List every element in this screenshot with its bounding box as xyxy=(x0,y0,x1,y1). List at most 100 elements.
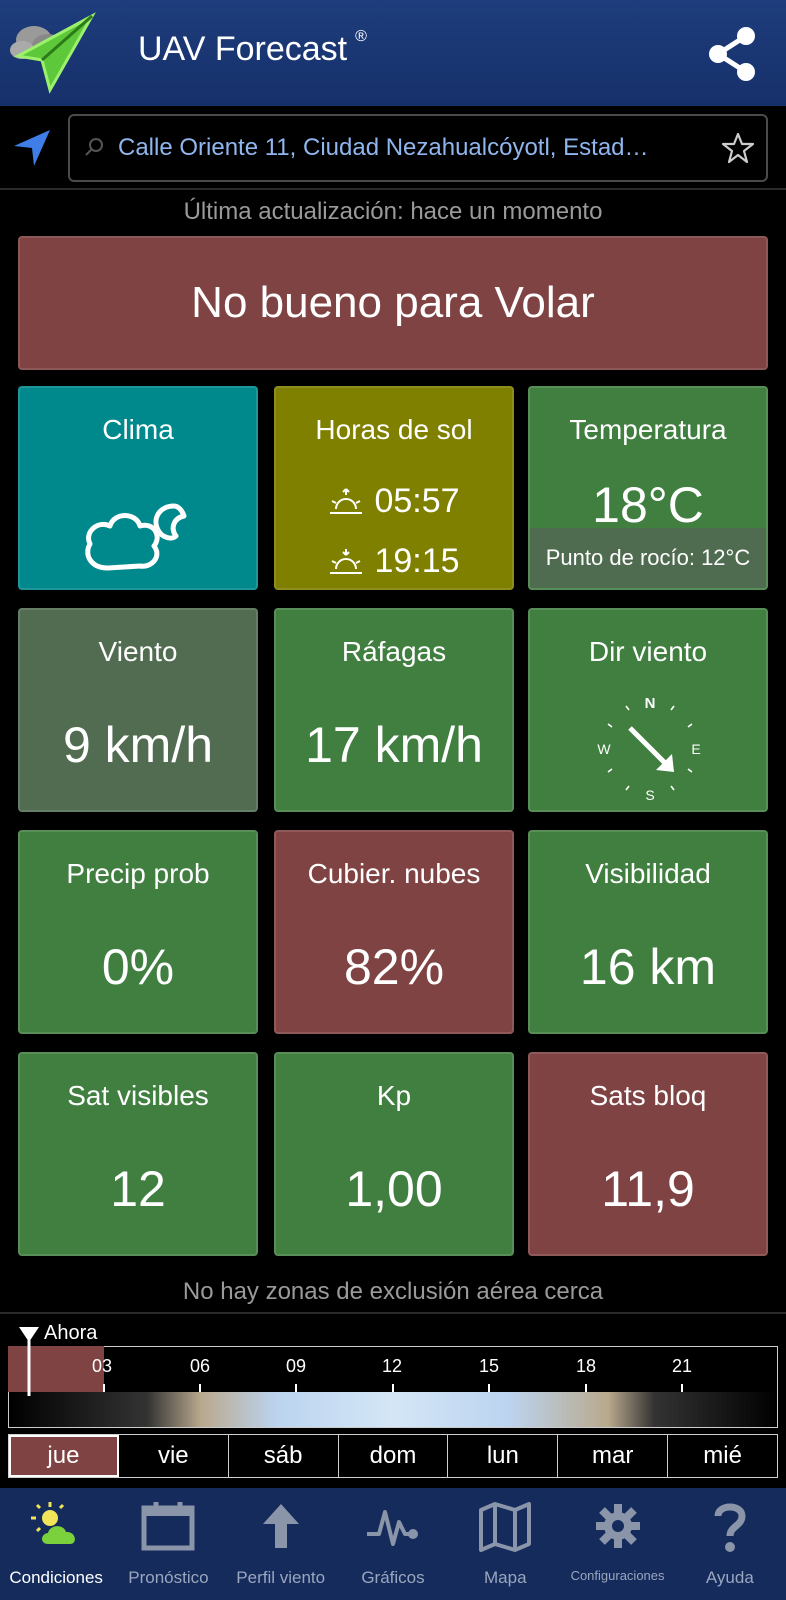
sunrise-row: 05:57 xyxy=(276,482,512,521)
location-arrow-icon[interactable] xyxy=(12,128,52,168)
nav-conditions[interactable]: Condiciones xyxy=(0,1488,112,1600)
tile-label: Precip prob xyxy=(66,858,210,889)
sunset-row: 19:15 xyxy=(276,542,512,581)
tile-label: Viento xyxy=(98,636,178,667)
nav-forecast[interactable]: Pronóstico xyxy=(112,1488,224,1600)
nav-label: Condiciones xyxy=(9,1568,103,1587)
nav-map[interactable]: Mapa xyxy=(449,1488,561,1600)
map-icon xyxy=(479,1502,532,1552)
nav-label: Mapa xyxy=(484,1568,527,1587)
tile-value: 1,00 xyxy=(345,1161,443,1217)
star-favorite-icon[interactable] xyxy=(720,130,756,166)
question-icon xyxy=(714,1503,746,1552)
tile-label: Horas de sol xyxy=(315,414,473,445)
tile-wind-direction[interactable]: Dir viento N E S W xyxy=(528,608,768,812)
sunrise-icon xyxy=(330,487,363,514)
tile-value: 17 km/h xyxy=(305,717,483,773)
tick-label: 06 xyxy=(190,1356,211,1376)
temperature-value: 18°C xyxy=(592,477,704,533)
nav-label: Configuraciones xyxy=(570,1568,665,1583)
nav-wind-profile[interactable]: Perfil viento xyxy=(225,1488,337,1600)
fly-status-banner[interactable]: No bueno para Volar xyxy=(18,236,768,370)
tile-value: 16 km xyxy=(579,939,717,995)
last-update-text: Última actualización: hace un momento xyxy=(183,198,603,225)
day-tab[interactable]: mié xyxy=(668,1435,777,1477)
tile-value: 12 xyxy=(110,1161,166,1217)
tile-label: Dir viento xyxy=(588,636,708,667)
nav-graphs[interactable]: Gráficos xyxy=(337,1488,449,1600)
nav-label: Perfil viento xyxy=(236,1568,326,1587)
tile-kp[interactable]: Kp 1,00 xyxy=(274,1052,514,1256)
tick-label: 03 xyxy=(92,1356,113,1376)
tile-label: Sat visibles xyxy=(67,1080,209,1111)
compass-n: N xyxy=(645,695,656,712)
tile-wind[interactable]: Viento 9 km/h xyxy=(18,608,258,812)
tile-clima[interactable]: Clima xyxy=(18,386,258,590)
tile-label: Visibilidad xyxy=(585,858,711,889)
tile-gusts[interactable]: Ráfagas 17 km/h xyxy=(274,608,514,812)
tick-label: 18 xyxy=(576,1356,597,1376)
day-tab[interactable]: lun xyxy=(448,1435,559,1477)
tick-label: 12 xyxy=(382,1356,403,1376)
no-fly-zones-text: No hay zonas de exclusión aérea cerca xyxy=(182,1278,604,1305)
nav-help[interactable]: Ayuda xyxy=(674,1488,786,1600)
search-icon xyxy=(85,138,103,156)
app-header xyxy=(0,0,786,106)
gear-icon xyxy=(595,1504,640,1548)
tile-sats-visible[interactable]: Sat visibles 12 xyxy=(18,1052,258,1256)
location-search-field[interactable]: Calle Oriente 11, Ciudad Nezahualcóyotl,… xyxy=(68,114,768,182)
daylight-gradient-bar xyxy=(9,1392,777,1427)
nav-label: Pronóstico xyxy=(128,1568,209,1587)
nav-settings[interactable]: Configuraciones xyxy=(561,1488,673,1600)
nav-label: Gráficos xyxy=(361,1568,425,1587)
compass-s: S xyxy=(645,787,654,803)
sunrise-time: 05:57 xyxy=(374,482,460,520)
tile-precip-prob[interactable]: Precip prob 0% xyxy=(18,830,258,1034)
app-logo-icon xyxy=(10,12,96,94)
day-tab[interactable]: sáb xyxy=(229,1435,339,1477)
calendar-icon xyxy=(141,1502,195,1551)
tile-value: 9 km/h xyxy=(62,717,214,773)
tile-label: Clima xyxy=(102,414,174,445)
sunset-icon xyxy=(330,548,363,574)
tick-label: 21 xyxy=(672,1356,693,1376)
compass-w: W xyxy=(597,741,611,757)
day-selector: jue vie sáb dom lun mar mié xyxy=(8,1434,778,1478)
dew-point-text: Punto de rocío: 12°C xyxy=(530,528,766,588)
bottom-navigation: Condiciones Pronóstico Perfil viento Grá… xyxy=(0,1488,786,1600)
tick-marks xyxy=(103,1384,683,1392)
nav-label: Ayuda xyxy=(705,1568,754,1587)
registered-mark: ® xyxy=(355,28,367,45)
tile-label: Temperatura xyxy=(569,414,727,445)
tile-label: Kp xyxy=(376,1080,412,1111)
now-label: Ahora xyxy=(44,1322,98,1344)
share-icon[interactable] xyxy=(704,24,760,84)
tile-value: 0% xyxy=(101,939,175,995)
tile-label: Sats bloq xyxy=(589,1080,707,1111)
wind-compass-icon: N E S W xyxy=(597,695,700,803)
tile-sun-hours[interactable]: Horas de sol 05:57 19:15 xyxy=(274,386,514,590)
day-tab[interactable]: mar xyxy=(558,1435,669,1477)
tick-label: 15 xyxy=(479,1356,500,1376)
tile-temperature[interactable]: Temperatura 18°C Punto de rocío: 12°C xyxy=(528,386,768,590)
day-tab[interactable]: dom xyxy=(339,1435,449,1477)
pulse-icon xyxy=(366,1510,418,1546)
app-title: UAV Forecast ® xyxy=(138,28,367,69)
tile-label: Ráfagas xyxy=(341,636,447,667)
tile-value: 82% xyxy=(343,939,445,995)
tile-value: 11,9 xyxy=(601,1161,695,1217)
arrow-up-icon xyxy=(262,1504,299,1548)
search-address-text: Calle Oriente 11, Ciudad Nezahualcóyotl,… xyxy=(118,134,649,161)
tile-visibility[interactable]: Visibilidad 16 km xyxy=(528,830,768,1034)
divider xyxy=(0,188,786,190)
day-tab[interactable]: vie xyxy=(119,1435,229,1477)
divider xyxy=(0,1312,786,1314)
tile-sats-blocked[interactable]: Sats bloq 11,9 xyxy=(528,1052,768,1256)
tile-label: Cubier. nubes xyxy=(307,858,481,889)
tick-label: 09 xyxy=(286,1356,307,1376)
day-tab[interactable]: jue xyxy=(9,1435,119,1477)
app-title-text: UAV Forecast xyxy=(138,30,348,68)
tile-cloud-cover[interactable]: Cubier. nubes 82% xyxy=(274,830,514,1034)
sun-cloud-icon xyxy=(31,1502,76,1544)
compass-e: E xyxy=(691,741,700,757)
